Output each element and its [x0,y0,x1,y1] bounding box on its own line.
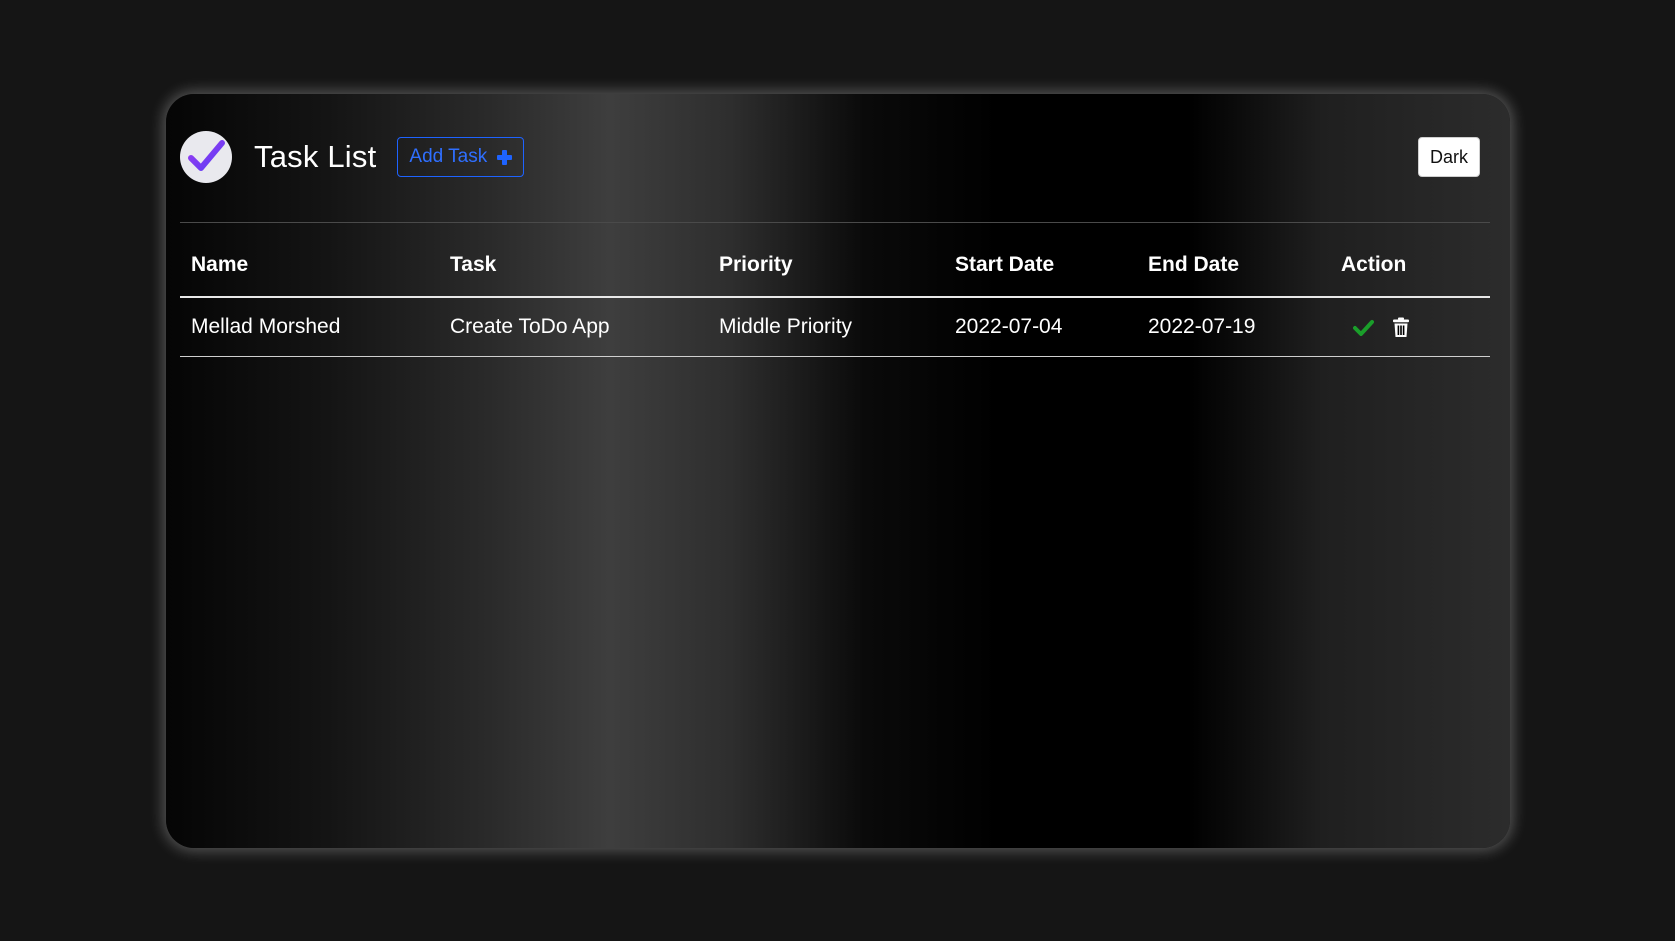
add-task-button[interactable]: Add Task [397,137,525,177]
header: Task List Add Task Dark [180,128,1490,186]
column-header-action: Action [1330,234,1490,298]
column-header-priority: Priority [708,234,944,298]
cell-name: Mellad Morshed [180,297,439,357]
trash-icon[interactable] [1392,317,1410,338]
checkmark-logo-icon [180,131,232,183]
column-header-start-date: Start Date [944,234,1137,298]
task-table: Name Task Priority Start Date End Date A… [180,234,1490,357]
column-header-task: Task [439,234,708,298]
check-icon[interactable] [1353,319,1374,336]
add-task-label: Add Task [409,146,488,167]
column-header-name: Name [180,234,439,298]
plus-icon [497,149,513,165]
cell-priority: Middle Priority [708,297,944,357]
table-row: Mellad Morshed Create ToDo App Middle Pr… [180,297,1490,357]
header-divider [180,222,1490,223]
page-title: Task List [254,139,377,174]
cell-end-date: 2022-07-19 [1137,297,1330,357]
cell-task: Create ToDo App [439,297,708,357]
table-header-row: Name Task Priority Start Date End Date A… [180,234,1490,298]
theme-toggle-button[interactable]: Dark [1417,137,1480,177]
cell-actions [1330,297,1490,357]
cell-start-date: 2022-07-04 [944,297,1137,357]
row-actions [1341,317,1479,338]
task-card: Task List Add Task Dark Name Task Priori… [166,94,1510,848]
column-header-end-date: End Date [1137,234,1330,298]
